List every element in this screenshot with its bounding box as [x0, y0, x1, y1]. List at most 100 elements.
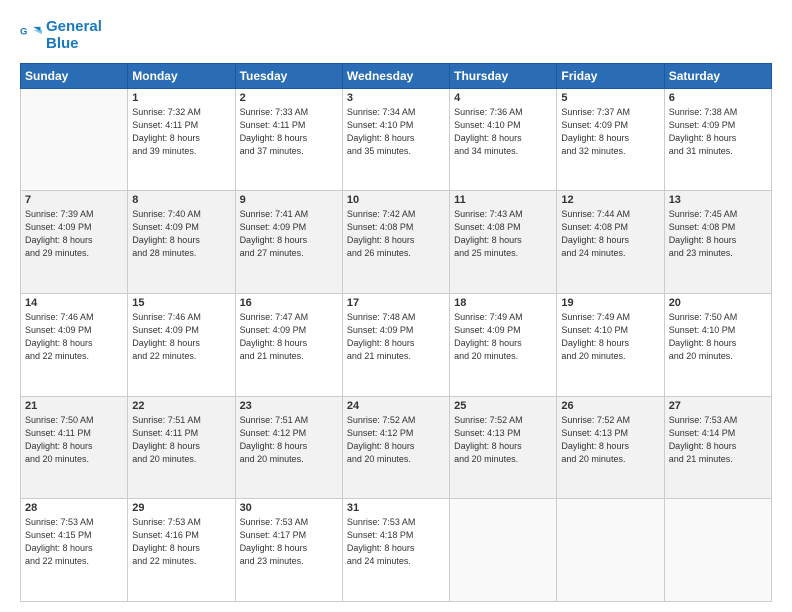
calendar-week-row: 7 Sunrise: 7:39 AMSunset: 4:09 PMDaylight… — [21, 191, 772, 294]
calendar-cell: 8Sunrise: 7:40 AMSunset: 4:09 PMDaylight… — [128, 191, 235, 294]
day-info: Sunrise: 7:44 AMSunset: 4:08 PMDaylight:… — [561, 208, 659, 260]
day-info: Sunrise: 7:53 AMSunset: 4:18 PMDaylight:… — [347, 516, 445, 568]
calendar-cell: 3 Sunrise: 7:34 AMSunset: 4:10 PMDaylight… — [342, 88, 449, 191]
calendar-cell: 29 Sunrise: 7:53 AMSunset: 4:16 PMDayligh… — [128, 499, 235, 602]
calendar-cell: 31 Sunrise: 7:53 AMSunset: 4:18 PMDayligh… — [342, 499, 449, 602]
days-header-row: SundayMondayTuesdayWednesdayThursdayFrid… — [21, 63, 772, 88]
calendar-cell: 2 Sunrise: 7:33 AMSunset: 4:11 PMDaylight… — [235, 88, 342, 191]
calendar-cell: 26Sunrise: 7:52 AMSunset: 4:13 PMDayligh… — [557, 396, 664, 499]
day-number: 22 — [132, 400, 230, 412]
page-header: G GeneralBlue — [20, 18, 772, 53]
calendar-cell — [450, 499, 557, 602]
day-info: Sunrise: 7:33 AMSunset: 4:11 PMDaylight:… — [240, 106, 338, 158]
calendar-cell: 4 Sunrise: 7:36 AMSunset: 4:10 PMDaylight… — [450, 88, 557, 191]
day-number: 21 — [25, 400, 123, 412]
day-info: Sunrise: 7:39 AMSunset: 4:09 PMDaylight:… — [25, 208, 123, 260]
day-number: 17 — [347, 297, 445, 309]
calendar-week-row: 14Sunrise: 7:46 AMSunset: 4:09 PMDayligh… — [21, 293, 772, 396]
day-info: Sunrise: 7:48 AMSunset: 4:09 PMDaylight:… — [347, 311, 445, 363]
day-info: Sunrise: 7:52 AMSunset: 4:13 PMDaylight:… — [561, 414, 659, 466]
day-number: 2 — [240, 92, 338, 104]
day-number: 29 — [132, 502, 230, 514]
day-number: 4 — [454, 92, 552, 104]
col-header-wednesday: Wednesday — [342, 63, 449, 88]
calendar-cell: 6 Sunrise: 7:38 AMSunset: 4:09 PMDaylight… — [664, 88, 771, 191]
day-info: Sunrise: 7:32 AMSunset: 4:11 PMDaylight:… — [132, 106, 230, 158]
logo: G GeneralBlue — [20, 18, 102, 53]
calendar-cell: 23 Sunrise: 7:51 AMSunset: 4:12 PMDayligh… — [235, 396, 342, 499]
day-number: 16 — [240, 297, 338, 309]
col-header-sunday: Sunday — [21, 63, 128, 88]
calendar-cell: 28Sunrise: 7:53 AMSunset: 4:15 PMDayligh… — [21, 499, 128, 602]
calendar-cell: 19 Sunrise: 7:49 AMSunset: 4:10 PMDayligh… — [557, 293, 664, 396]
day-info: Sunrise: 7:34 AMSunset: 4:10 PMDaylight:… — [347, 106, 445, 158]
day-number: 6 — [669, 92, 767, 104]
day-info: Sunrise: 7:45 AMSunset: 4:08 PMDaylight:… — [669, 208, 767, 260]
day-number: 1 — [132, 92, 230, 104]
day-number: 31 — [347, 502, 445, 514]
day-info: Sunrise: 7:43 AMSunset: 4:08 PMDaylight:… — [454, 208, 552, 260]
day-number: 3 — [347, 92, 445, 104]
calendar-cell: 24Sunrise: 7:52 AMSunset: 4:12 PMDayligh… — [342, 396, 449, 499]
day-number: 30 — [240, 502, 338, 514]
day-info: Sunrise: 7:53 AMSunset: 4:16 PMDaylight:… — [132, 516, 230, 568]
calendar-cell: 13 Sunrise: 7:45 AMSunset: 4:08 PMDayligh… — [664, 191, 771, 294]
day-info: Sunrise: 7:53 AMSunset: 4:17 PMDaylight:… — [240, 516, 338, 568]
logo-icon: G — [20, 24, 42, 46]
day-number: 13 — [669, 194, 767, 206]
calendar-cell: 11Sunrise: 7:43 AMSunset: 4:08 PMDayligh… — [450, 191, 557, 294]
day-number: 27 — [669, 400, 767, 412]
day-number: 18 — [454, 297, 552, 309]
calendar-cell: 9 Sunrise: 7:41 AMSunset: 4:09 PMDaylight… — [235, 191, 342, 294]
calendar-cell — [664, 499, 771, 602]
day-number: 23 — [240, 400, 338, 412]
day-info: Sunrise: 7:51 AMSunset: 4:12 PMDaylight:… — [240, 414, 338, 466]
calendar-cell: 17 Sunrise: 7:48 AMSunset: 4:09 PMDayligh… — [342, 293, 449, 396]
calendar-cell: 30 Sunrise: 7:53 AMSunset: 4:17 PMDayligh… — [235, 499, 342, 602]
calendar-table: SundayMondayTuesdayWednesdayThursdayFrid… — [20, 63, 772, 603]
calendar-week-row: 1 Sunrise: 7:32 AMSunset: 4:11 PMDaylight… — [21, 88, 772, 191]
calendar-cell: 18Sunrise: 7:49 AMSunset: 4:09 PMDayligh… — [450, 293, 557, 396]
day-number: 28 — [25, 502, 123, 514]
day-info: Sunrise: 7:41 AMSunset: 4:09 PMDaylight:… — [240, 208, 338, 260]
col-header-tuesday: Tuesday — [235, 63, 342, 88]
day-info: Sunrise: 7:52 AMSunset: 4:13 PMDaylight:… — [454, 414, 552, 466]
calendar-cell: 20Sunrise: 7:50 AMSunset: 4:10 PMDayligh… — [664, 293, 771, 396]
calendar-cell: 27Sunrise: 7:53 AMSunset: 4:14 PMDayligh… — [664, 396, 771, 499]
day-info: Sunrise: 7:36 AMSunset: 4:10 PMDaylight:… — [454, 106, 552, 158]
day-info: Sunrise: 7:52 AMSunset: 4:12 PMDaylight:… — [347, 414, 445, 466]
calendar-cell: 1 Sunrise: 7:32 AMSunset: 4:11 PMDaylight… — [128, 88, 235, 191]
day-number: 25 — [454, 400, 552, 412]
calendar-cell: 5 Sunrise: 7:37 AMSunset: 4:09 PMDaylight… — [557, 88, 664, 191]
day-info: Sunrise: 7:42 AMSunset: 4:08 PMDaylight:… — [347, 208, 445, 260]
day-number: 9 — [240, 194, 338, 206]
logo-text: GeneralBlue — [46, 18, 102, 53]
day-number: 7 — [25, 194, 123, 206]
day-number: 8 — [132, 194, 230, 206]
calendar-cell: 14Sunrise: 7:46 AMSunset: 4:09 PMDayligh… — [21, 293, 128, 396]
day-number: 12 — [561, 194, 659, 206]
day-info: Sunrise: 7:37 AMSunset: 4:09 PMDaylight:… — [561, 106, 659, 158]
calendar-cell: 12 Sunrise: 7:44 AMSunset: 4:08 PMDayligh… — [557, 191, 664, 294]
day-info: Sunrise: 7:46 AMSunset: 4:09 PMDaylight:… — [25, 311, 123, 363]
calendar-cell — [21, 88, 128, 191]
col-header-saturday: Saturday — [664, 63, 771, 88]
day-info: Sunrise: 7:49 AMSunset: 4:10 PMDaylight:… — [561, 311, 659, 363]
day-number: 5 — [561, 92, 659, 104]
calendar-cell: 22 Sunrise: 7:51 AMSunset: 4:11 PMDayligh… — [128, 396, 235, 499]
day-info: Sunrise: 7:38 AMSunset: 4:09 PMDaylight:… — [669, 106, 767, 158]
day-number: 19 — [561, 297, 659, 309]
svg-text:G: G — [20, 27, 27, 38]
day-info: Sunrise: 7:51 AMSunset: 4:11 PMDaylight:… — [132, 414, 230, 466]
day-info: Sunrise: 7:46 AMSunset: 4:09 PMDaylight:… — [132, 311, 230, 363]
day-info: Sunrise: 7:50 AMSunset: 4:10 PMDaylight:… — [669, 311, 767, 363]
day-number: 15 — [132, 297, 230, 309]
calendar-cell: 21 Sunrise: 7:50 AMSunset: 4:11 PMDayligh… — [21, 396, 128, 499]
col-header-friday: Friday — [557, 63, 664, 88]
calendar-week-row: 28Sunrise: 7:53 AMSunset: 4:15 PMDayligh… — [21, 499, 772, 602]
calendar-cell — [557, 499, 664, 602]
day-info: Sunrise: 7:50 AMSunset: 4:11 PMDaylight:… — [25, 414, 123, 466]
day-info: Sunrise: 7:47 AMSunset: 4:09 PMDaylight:… — [240, 311, 338, 363]
calendar-cell: 25 Sunrise: 7:52 AMSunset: 4:13 PMDayligh… — [450, 396, 557, 499]
col-header-thursday: Thursday — [450, 63, 557, 88]
